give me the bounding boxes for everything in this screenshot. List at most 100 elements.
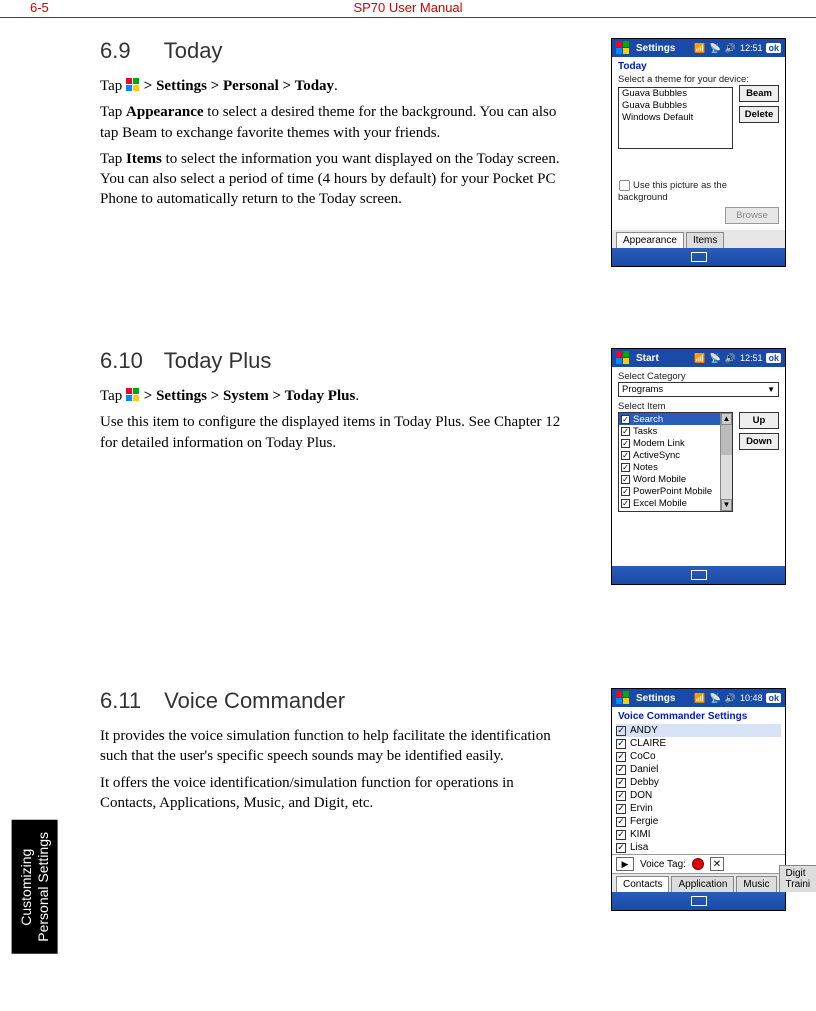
item-listbox[interactable]: ✓Search ✓Tasks ✓Modem Link ✓ActiveSync ✓…	[618, 412, 733, 512]
list-item: ✓CLAIRE	[616, 737, 781, 750]
clock: 10:48	[740, 693, 763, 703]
screen-title: Voice Commander Settings	[612, 707, 785, 724]
para-todayplus-2: Use this item to configure the displayed…	[100, 412, 570, 453]
ppc-screenshot-todayplus: Start 📶 📡 🔊 12:51 ok Select Category Pro…	[611, 348, 786, 585]
side-tab-line2: Personal Settings	[35, 832, 51, 942]
para-today-3: Tap Items to select the information you …	[100, 149, 570, 210]
tab-items[interactable]: Items	[686, 232, 724, 248]
item-label: Select Item	[618, 401, 779, 412]
contacts-list[interactable]: ✓ANDY ✓CLAIRE ✓CoCo ✓Daniel ✓Debby ✓DON …	[612, 724, 785, 854]
header-bar: 6-5 SP70 User Manual	[0, 0, 816, 18]
antenna-icon: 📡	[710, 353, 721, 364]
ppc-titlebar: Settings 📶 📡 🔊 10:48 ok	[612, 689, 785, 707]
side-tab-line1: Customizing	[18, 848, 34, 925]
signal-icon: 📶	[694, 693, 705, 704]
sip-bar	[612, 892, 785, 910]
keyboard-icon[interactable]	[691, 252, 707, 262]
down-button[interactable]: Down	[739, 433, 779, 450]
section-today: 6.9 Today Tap > Settings > Personal > To…	[100, 38, 786, 308]
scroll-up-icon[interactable]: ▲	[721, 413, 732, 425]
tab-digit-training[interactable]: Digit Traini	[779, 865, 816, 892]
theme-item[interactable]: Guava Bubbles	[619, 88, 732, 100]
list-item: ✓ANDY	[616, 724, 781, 737]
signal-icon: 📶	[694, 353, 705, 364]
start-flag-icon[interactable]	[616, 691, 630, 705]
list-item: ✓Lisa	[616, 841, 781, 854]
speaker-icon: 🔊	[725, 693, 736, 704]
ppc-screenshot-today: Settings 📶 📡 🔊 12:51 ok Today Select a t…	[611, 38, 786, 267]
delete-button[interactable]: Delete	[739, 106, 779, 123]
use-picture-checkbox[interactable]	[619, 180, 630, 191]
list-item: ✓KIMI	[616, 828, 781, 841]
start-flag-icon[interactable]	[616, 41, 630, 55]
tab-appearance[interactable]: Appearance	[616, 232, 684, 248]
list-item: ✓CoCo	[616, 750, 781, 763]
ppc-screenshot-voice: Settings 📶 📡 🔊 10:48 ok Voice Commander …	[611, 688, 786, 911]
section-voice-commander: 6.11 Voice Commander It provides the voi…	[100, 688, 786, 948]
clock: 12:51	[740, 43, 763, 53]
screen-title: Today	[612, 57, 785, 74]
theme-item[interactable]: Guava Bubbles	[619, 100, 732, 112]
tab-contacts[interactable]: Contacts	[616, 876, 669, 892]
para-voice-1: It provides the voice simulation functio…	[100, 726, 570, 767]
titlebar-label: Settings	[636, 693, 675, 704]
start-flag-icon[interactable]	[616, 351, 630, 365]
ppc-titlebar: Start 📶 📡 🔊 12:51 ok	[612, 349, 785, 367]
list-item: ✓DON	[616, 789, 781, 802]
ok-button[interactable]: ok	[766, 43, 781, 53]
list-item: ✓Fergie	[616, 815, 781, 828]
list-item: ✓Debby	[616, 776, 781, 789]
scroll-down-icon[interactable]: ▼	[721, 499, 732, 511]
keyboard-icon[interactable]	[691, 570, 707, 580]
list-item: ✓Excel Mobile	[619, 497, 732, 509]
keyboard-icon[interactable]	[691, 896, 707, 906]
para-todayplus-1: Tap > Settings > System > Today Plus.	[100, 386, 570, 406]
section-today-plus: 6.10 Today Plus Tap > Settings > System …	[100, 348, 786, 648]
ppc-titlebar: Settings 📶 📡 🔊 12:51 ok	[612, 39, 785, 57]
tab-application[interactable]: Application	[671, 876, 734, 892]
start-icon	[126, 388, 140, 402]
category-label: Select Category	[618, 371, 779, 382]
list-item: ✓Search	[619, 413, 732, 425]
tabs: Contacts Application Music Digit Traini …	[612, 874, 785, 892]
record-button[interactable]	[692, 858, 704, 870]
play-button[interactable]: ▶	[616, 857, 634, 871]
beam-button[interactable]: Beam	[739, 85, 779, 102]
list-item: ✓PowerPoint Mobile	[619, 485, 732, 497]
sip-bar	[612, 566, 785, 584]
ok-button[interactable]: ok	[766, 693, 781, 703]
signal-icon: 📶	[694, 43, 705, 54]
scrollbar[interactable]: ▲ ▼	[720, 413, 732, 511]
para-today-1: Tap > Settings > Personal > Today.	[100, 76, 570, 96]
list-item: ✓Modem Link	[619, 437, 732, 449]
delete-voice-button[interactable]: ✕	[710, 857, 724, 871]
list-item: ✓Word Mobile	[619, 473, 732, 485]
speaker-icon: 🔊	[725, 353, 736, 364]
chevron-down-icon: ▼	[767, 385, 775, 394]
theme-prompt: Select a theme for your device:	[618, 74, 779, 85]
list-item: ✓ActiveSync	[619, 449, 732, 461]
list-item: ✓Daniel	[616, 763, 781, 776]
titlebar-label: Start	[636, 353, 659, 364]
titlebar-label: Settings	[636, 43, 675, 54]
document-title: SP70 User Manual	[353, 0, 462, 15]
speaker-icon: 🔊	[725, 43, 736, 54]
start-icon	[126, 78, 140, 92]
theme-listbox[interactable]: Guava Bubbles Guava Bubbles Windows Defa…	[618, 87, 733, 149]
antenna-icon: 📡	[710, 693, 721, 704]
tabs: Appearance Items	[612, 230, 785, 248]
scroll-thumb[interactable]	[721, 425, 732, 455]
sip-bar	[612, 248, 785, 266]
category-select[interactable]: Programs▼	[618, 382, 779, 397]
browse-button: Browse	[725, 207, 779, 224]
list-item: ✓Ervin	[616, 802, 781, 815]
use-picture-label: Use this picture as the background	[618, 180, 727, 203]
tab-music[interactable]: Music	[736, 876, 776, 892]
up-button[interactable]: Up	[739, 412, 779, 429]
ok-button[interactable]: ok	[766, 353, 781, 363]
page-number: 6-5	[30, 0, 49, 15]
para-today-2: Tap Appearance to select a desired theme…	[100, 102, 570, 143]
theme-item[interactable]: Windows Default	[619, 112, 732, 124]
clock: 12:51	[740, 353, 763, 363]
list-item: ✓Notes	[619, 461, 732, 473]
